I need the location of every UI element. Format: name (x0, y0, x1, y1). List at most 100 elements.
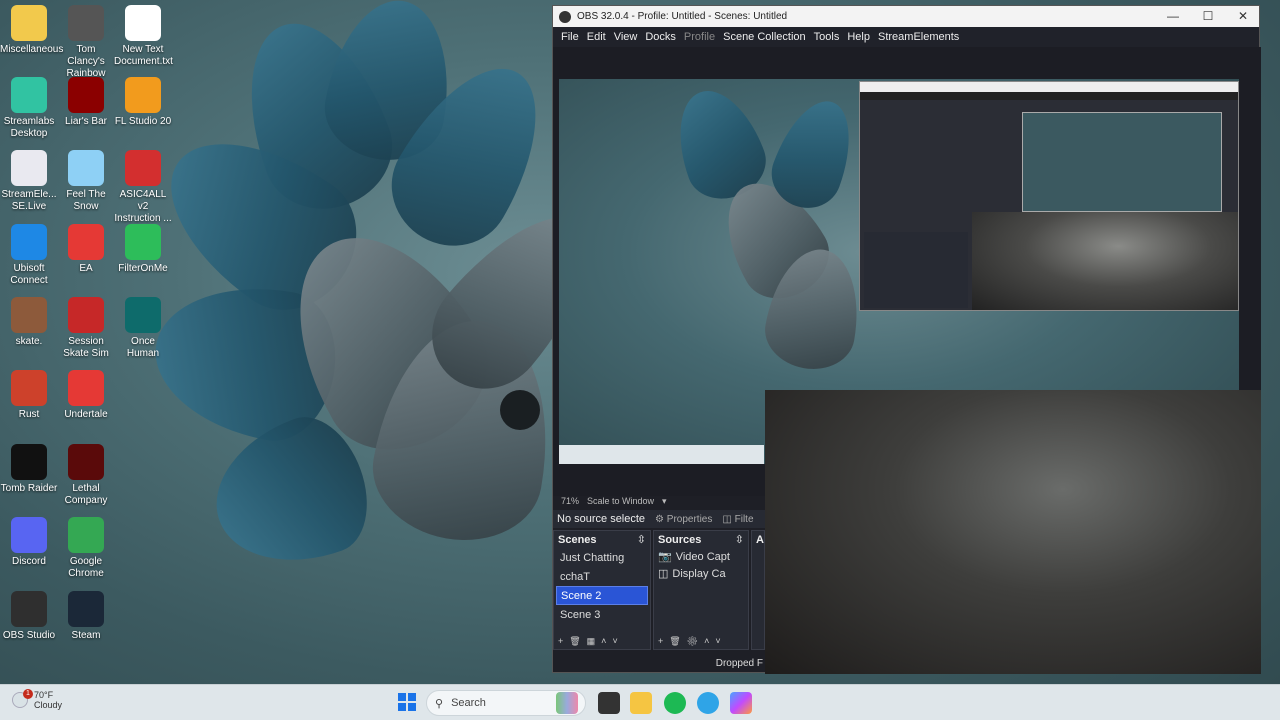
tab-properties[interactable]: ⚙ Properties (655, 514, 712, 525)
sources-header: Sources (658, 533, 702, 546)
steam-icon (68, 591, 104, 627)
minimize-button[interactable]: — (1155, 6, 1191, 27)
desktop-icon[interactable]: OBS Studio (0, 591, 58, 642)
desktop-icon-label: EA (79, 263, 93, 274)
desktop-icon-label: Once Human (126, 336, 160, 359)
desktop-icon[interactable]: Google Chrome (57, 517, 115, 580)
desktop-icon[interactable]: FilterOnMe (114, 224, 172, 275)
menu-profile[interactable]: Profile (680, 31, 719, 43)
desktop-icon-label: Tomb Raider (0, 483, 58, 494)
nested-obs-preview (859, 81, 1239, 311)
desktop-icon[interactable]: StreamEle... SE.Live (0, 150, 58, 213)
desktop-icon-label: Streamlabs Desktop (3, 116, 55, 139)
desktop-icon-label: FL Studio 20 (114, 116, 172, 127)
search-placeholder: Search (451, 697, 486, 709)
obs-window[interactable]: OBS 32.0.4 - Profile: Untitled - Scenes:… (552, 5, 1261, 674)
desktop-icon[interactable]: Ubisoft Connect (0, 224, 58, 287)
maximize-button[interactable]: ☐ (1190, 6, 1226, 27)
menu-streamelements[interactable]: StreamElements (874, 31, 963, 43)
desktop-icon[interactable]: Miscellaneous (0, 5, 64, 56)
menu-docks[interactable]: Docks (641, 31, 680, 43)
desktop-icon[interactable]: New Text Document.txt (114, 5, 173, 68)
menu-view[interactable]: View (610, 31, 642, 43)
ea-icon (68, 224, 104, 260)
undertale-icon (68, 370, 104, 406)
dock-menu-icon[interactable]: ⇳ (637, 533, 646, 546)
folder-icon (11, 5, 47, 41)
camera-icon: 📷 (658, 551, 672, 563)
tab-filters[interactable]: ◫ Filte (722, 514, 753, 525)
status-dropped-frames: Dropped F (715, 658, 763, 669)
scene-item[interactable]: cchaT (556, 567, 648, 586)
tomb-raider-icon (11, 444, 47, 480)
desktop-icon[interactable]: Steam (57, 591, 115, 642)
menu-help[interactable]: Help (843, 31, 874, 43)
desktop-icon[interactable]: Streamlabs Desktop (0, 77, 58, 140)
widgets-icon[interactable] (556, 692, 578, 714)
windows-start-icon[interactable] (398, 693, 416, 711)
desktop-icon-label: Discord (12, 556, 46, 567)
desktop-icon-label: Rust (18, 409, 40, 420)
desktop-icon[interactable]: Discord (0, 517, 58, 568)
close-button[interactable]: ✕ (1225, 6, 1261, 27)
task-view-icon[interactable] (598, 692, 620, 714)
scale-mode[interactable]: Scale to Window (587, 496, 654, 506)
scene-item-selected[interactable]: Scene 2 (556, 586, 648, 605)
desktop-icon-label: Miscellaneous (0, 44, 64, 55)
scene-item[interactable]: Scene 3 (556, 605, 648, 624)
desktop-icon-label: Google Chrome (68, 556, 104, 579)
desktop-icon[interactable]: skate. (0, 297, 58, 348)
desktop-icon[interactable]: Feel The Snow (57, 150, 115, 213)
scenes-toolbar[interactable]: +🗑▦˄˅ (558, 636, 624, 647)
desktop-icon-label: Undertale (64, 409, 108, 420)
desktop-icon[interactable]: Undertale (57, 370, 115, 421)
obs-icon (11, 591, 47, 627)
obs-logo-icon (559, 10, 571, 23)
weather-temp: 70°F (34, 690, 54, 700)
menu-edit[interactable]: Edit (583, 31, 610, 43)
desktop-icon[interactable]: Liar's Bar (57, 77, 115, 128)
desktop-icon[interactable]: Tomb Raider (0, 444, 58, 495)
desktop-icon-label: ASIC4ALL v2 Instruction ... (114, 189, 172, 224)
obs-titlebar[interactable]: OBS 32.0.4 - Profile: Untitled - Scenes:… (553, 6, 1259, 27)
fl-studio-icon (125, 77, 161, 113)
menu-file[interactable]: File (557, 31, 583, 43)
file-explorer-icon[interactable] (630, 692, 652, 714)
source-toolbar: No source selecte ⚙ Properties ◫ Filte (553, 510, 765, 528)
sources-toolbar[interactable]: +🗑⚙˄˅ (658, 636, 727, 647)
menubar: File Edit View Docks Profile Scene Colle… (553, 27, 1259, 47)
desktop-icon-label: Liar's Bar (65, 116, 107, 127)
dock-menu-icon[interactable]: ⇳ (735, 533, 744, 546)
scene-item[interactable]: Just Chatting (556, 548, 648, 567)
window-title: OBS 32.0.4 - Profile: Untitled - Scenes:… (577, 11, 788, 22)
once-human-icon (125, 297, 161, 333)
desktop-icon[interactable]: Session Skate Sim (57, 297, 115, 360)
desktop-icon[interactable]: ASIC4ALL v2 Instruction ... (114, 150, 172, 225)
skate-icon (11, 297, 47, 333)
menu-scene-collection[interactable]: Scene Collection (719, 31, 810, 43)
weather-widget[interactable]: 1 70°F Cloudy (12, 689, 62, 710)
copilot-icon[interactable] (730, 692, 752, 714)
heart-icon (68, 150, 104, 186)
no-source-label: No source selecte (557, 513, 646, 525)
webcam-overlay (765, 390, 1261, 674)
source-item[interactable]: 📷 Video Capt (654, 548, 748, 565)
zoom-level[interactable]: 71% (561, 496, 579, 506)
desktop-icon-label: New Text Document.txt (114, 44, 173, 67)
desktop-icon[interactable]: Rust (0, 370, 58, 421)
audio-dock: Au (751, 530, 765, 650)
chevron-down-icon[interactable]: ▾ (662, 496, 667, 507)
desktop-icon[interactable]: Once Human (114, 297, 172, 360)
rainbow-six-icon (68, 5, 104, 41)
desktop-icon[interactable]: FL Studio 20 (114, 77, 172, 128)
desktop-icon[interactable]: Lethal Company (57, 444, 115, 507)
source-item[interactable]: ◫ Display Ca (654, 565, 748, 582)
menu-tools[interactable]: Tools (810, 31, 844, 43)
desktop-icon-label: Lethal Company (64, 483, 108, 506)
sources-dock: Sources ⇳ 📷 Video Capt ◫ Display Ca +🗑⚙˄˅ (653, 530, 749, 650)
desktop-icon[interactable]: EA (57, 224, 115, 275)
preview-zoom-bar[interactable]: 71% Scale to Window ▾ (553, 494, 765, 508)
spotify-icon[interactable] (664, 692, 686, 714)
edge-icon[interactable] (697, 692, 719, 714)
cloud-icon: 1 (12, 689, 33, 708)
